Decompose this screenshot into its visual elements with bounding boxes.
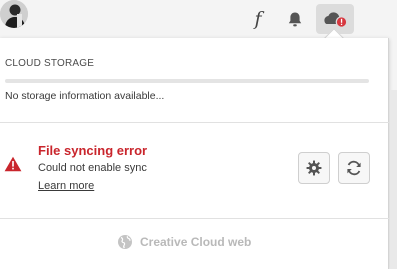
learn-more-link[interactable]: Learn more	[38, 180, 94, 192]
sync-error-message: Could not enable sync	[38, 162, 147, 174]
retry-sync-button[interactable]	[338, 152, 370, 184]
fonts-icon: f	[254, 8, 262, 30]
cloud-storage-title: CLOUD STORAGE	[5, 58, 95, 69]
globe-icon	[118, 235, 132, 249]
cloud-dropdown-panel: CLOUD STORAGE No storage information ava…	[0, 38, 389, 269]
warning-icon	[4, 156, 22, 172]
storage-progress-bar	[5, 79, 369, 83]
section-divider	[0, 122, 389, 123]
refresh-icon	[347, 160, 361, 176]
user-avatar[interactable]	[0, 0, 28, 28]
sync-error-title: File syncing error	[38, 143, 148, 158]
creative-cloud-web-label: Creative Cloud web	[140, 235, 252, 249]
notifications-button[interactable]	[280, 4, 310, 34]
cloud-alert-icon	[324, 12, 348, 28]
avatar-image	[0, 0, 28, 28]
fonts-button[interactable]: f	[243, 4, 273, 34]
sync-settings-button[interactable]	[298, 152, 330, 184]
storage-info-text: No storage information available...	[5, 90, 165, 102]
section-divider	[0, 218, 389, 219]
creative-cloud-web-link[interactable]: Creative Cloud web	[117, 234, 251, 250]
bell-icon	[288, 12, 302, 26]
gear-icon	[306, 160, 322, 176]
background-page-edge	[390, 90, 397, 269]
